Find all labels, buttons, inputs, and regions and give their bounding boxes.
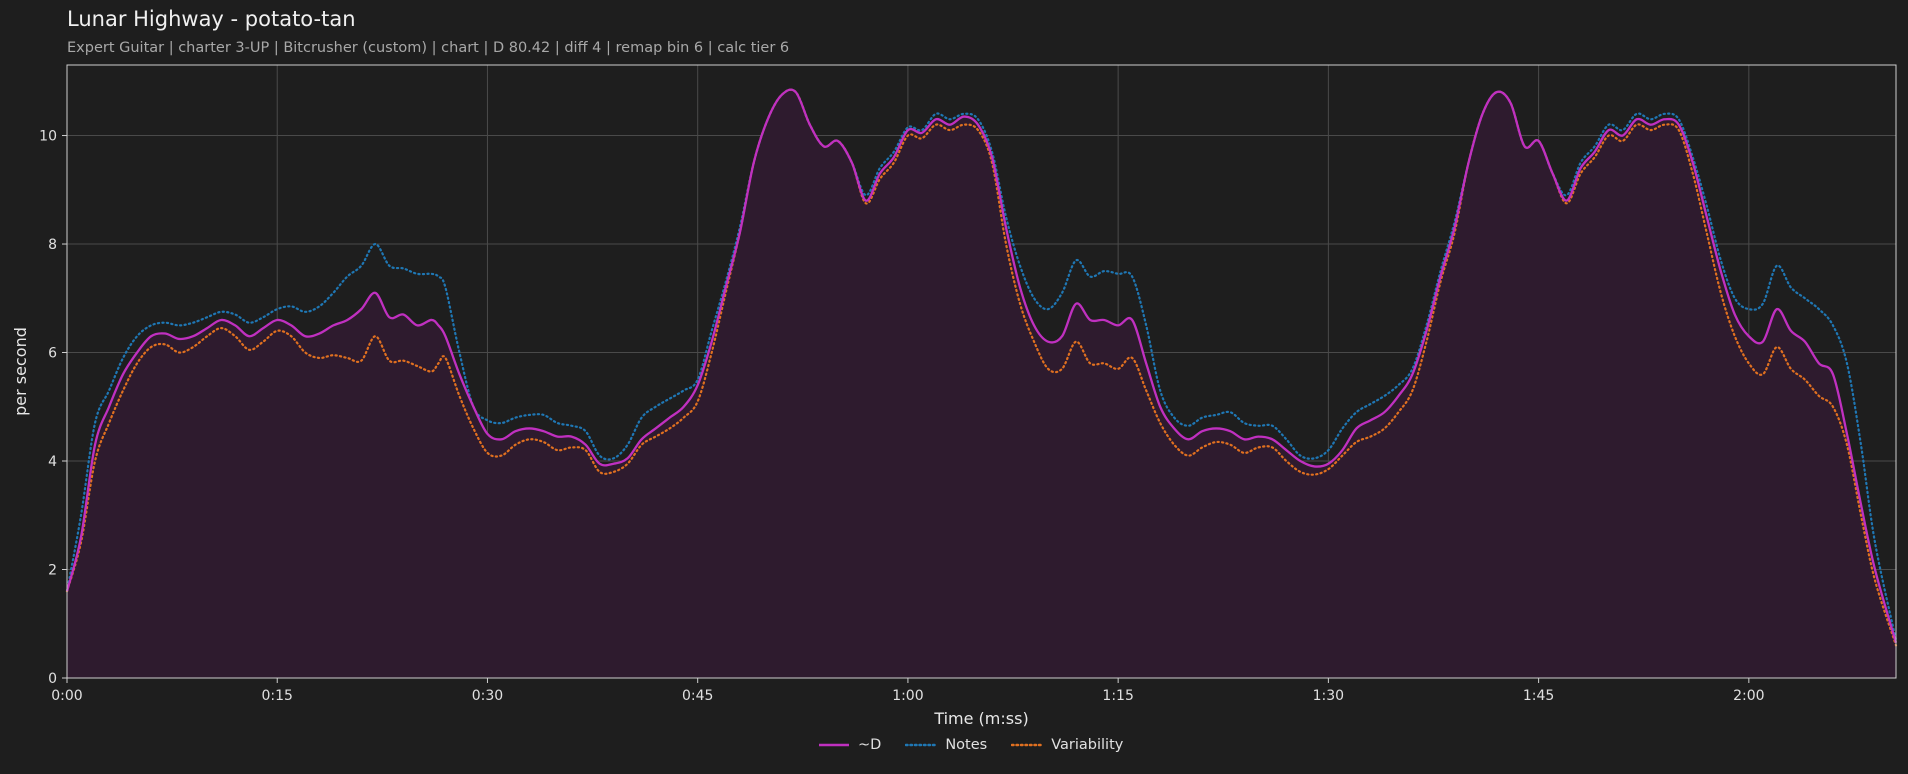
x-tick-label: 0:15 [262,688,293,704]
x-tick-label: 1:30 [1313,688,1344,704]
line-chart: 0:00 0:15 0:30 0:45 1:00 1:15 1:30 1:45 2:00 0 2 4… [11,64,1898,728]
y-tick-label: 8 [48,237,57,253]
x-tick-label: 0:00 [51,688,82,704]
legend: ~D Notes Variability [818,737,1123,753]
x-axis-ticks: 0:00 0:15 0:30 0:45 1:00 1:15 1:30 1:45 2:00 [51,678,1765,704]
y-tick-label: 4 [48,454,57,470]
x-tick-label: 1:00 [892,688,923,704]
legend-swatch-notes [905,743,938,747]
y-tick-label: 2 [48,563,57,579]
y-axis-ticks: 0 2 4 6 8 10 [39,129,67,687]
x-tick-label: 0:45 [682,688,713,704]
legend-item-notes: Notes [905,737,987,753]
y-tick-label: 10 [39,129,57,145]
legend-swatch-variability [1011,743,1044,747]
legend-item-d: ~D [818,737,881,753]
legend-swatch-d [819,743,849,747]
x-tick-label: 1:45 [1523,688,1554,704]
x-tick-label: 1:15 [1102,688,1133,704]
y-axis-label: per second [11,327,30,416]
x-axis-label: Time (m:ss) [933,709,1028,728]
y-tick-label: 6 [48,346,57,362]
legend-label-d: ~D [858,737,882,753]
x-tick-label: 0:30 [472,688,503,704]
x-tick-label: 2:00 [1733,688,1764,704]
y-tick-label: 0 [48,671,57,687]
legend-label-variability: Variability [1051,737,1124,753]
legend-label-notes: Notes [945,737,988,753]
legend-item-variability: Variability [1011,737,1123,753]
